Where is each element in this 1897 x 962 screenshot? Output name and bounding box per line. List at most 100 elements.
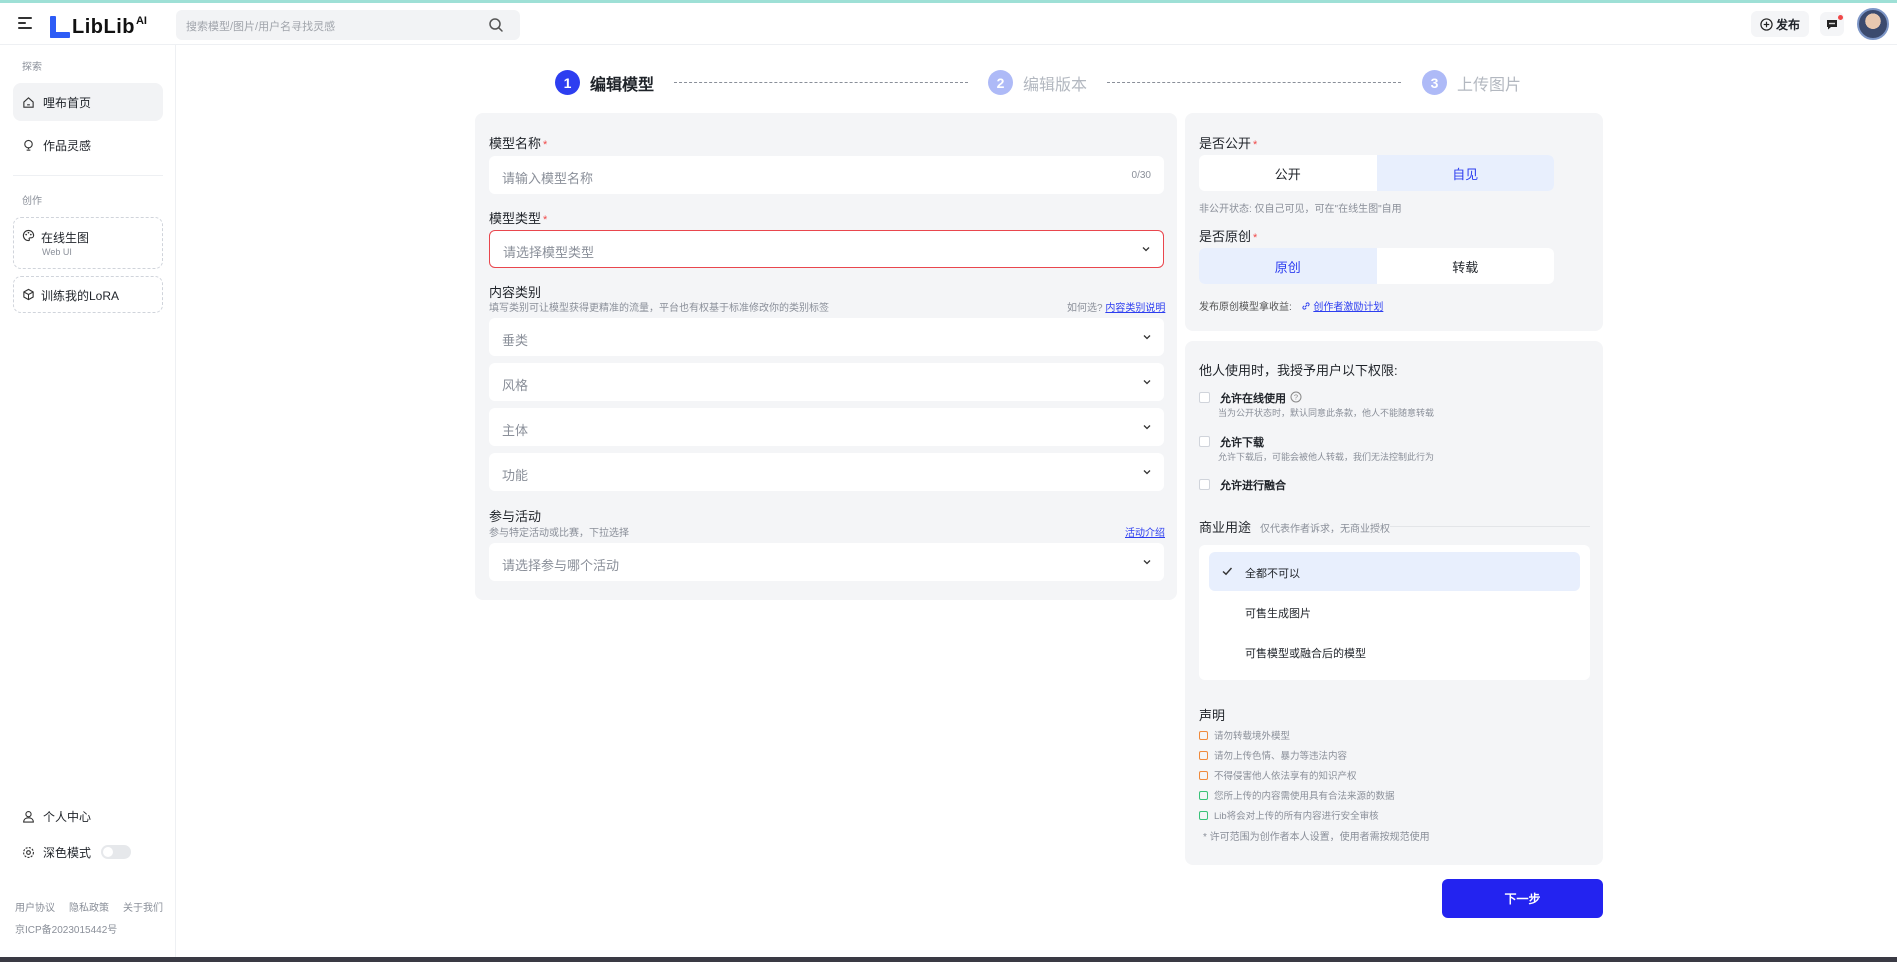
liblib-logo[interactable]: LibLib AI [50, 12, 147, 38]
category-placeholder: 功能 [502, 468, 529, 483]
originality-hint: 发布原创模型拿收益: 创作者激励计划 [1199, 302, 1384, 313]
category-select-vertical[interactable]: 垂类 [489, 318, 1164, 356]
menu-icon[interactable] [18, 16, 34, 30]
help-icon[interactable]: ? [1290, 391, 1302, 403]
visibility-option-public[interactable]: 公开 [1199, 155, 1377, 191]
lightbulb-icon [24, 139, 33, 151]
sidebar: 探索 哩布首页 作品灵感 创作 在线生图 Web UI 训练我的LoRA 个人中… [0, 45, 176, 957]
online-use-checkbox[interactable] [1199, 392, 1210, 403]
char-counter: 0/30 [1131, 170, 1151, 181]
footer-link-about[interactable]: 关于我们 [123, 899, 163, 914]
sidebar-item-label: 作品灵感 [43, 138, 92, 153]
publish-button[interactable]: 发布 [1751, 11, 1809, 37]
activity-placeholder: 请选择参与哪个活动 [502, 558, 620, 573]
model-type-select[interactable]: 请选择模型类型 [489, 230, 1164, 268]
originality-option-original[interactable]: 原创 [1199, 248, 1377, 284]
category-placeholder: 主体 [502, 423, 529, 438]
sidebar-item-online-gen[interactable]: 在线生图 Web UI [13, 217, 163, 269]
category-select-function[interactable]: 功能 [489, 453, 1164, 491]
search-icon[interactable] [488, 17, 504, 33]
settings-icon [23, 846, 34, 858]
originality-option-repost[interactable]: 转载 [1377, 248, 1555, 284]
declaration-item: Lib将会对上传的所有内容进行安全审核 [1199, 808, 1379, 822]
declaration-title: 声明 [1199, 708, 1226, 723]
download-checkbox[interactable] [1199, 436, 1210, 447]
palette-icon [22, 229, 35, 242]
declaration-item: 请勿转载境外模型 [1199, 728, 1290, 742]
activity-label: 参与活动 [489, 509, 542, 524]
visibility-option-private[interactable]: 自见 [1376, 155, 1554, 191]
sidebar-item-label: 训练我的LoRA [41, 289, 120, 303]
category-placeholder: 风格 [502, 378, 529, 393]
section-label-explore: 探索 [22, 62, 42, 73]
sidebar-item-label: 哩布首页 [43, 95, 92, 110]
logo-text: LibLib [72, 16, 135, 38]
footer-link-terms[interactable]: 用户协议 [15, 899, 55, 914]
sidebar-item-label: 深色模式 [43, 845, 92, 860]
top-header: LibLib AI 搜索模型/图片/用户名寻找灵感 发布 [0, 3, 1897, 45]
activity-select[interactable]: 请选择参与哪个活动 [489, 543, 1164, 581]
icp-number[interactable]: 京ICP备2023015442号 [15, 921, 117, 936]
commercial-option-label: 全都不可以 [1245, 568, 1300, 580]
chevron-down-icon [1143, 560, 1151, 565]
sidebar-item-home[interactable]: 哩布首页 [13, 83, 163, 121]
content-category-hint: 填写类别可让模型获得更精准的流量，平台也有权基于标准修改你的类别标签 [489, 303, 829, 314]
step-number: 2 [988, 70, 1013, 95]
how-to-choose-text: 如何选? 内容类别说明 [1067, 303, 1166, 314]
activity-intro-link[interactable]: 活动介绍 [1125, 524, 1165, 539]
commercial-use-label: 商业用途 [1199, 520, 1252, 535]
step-number: 3 [1422, 70, 1447, 95]
sidebar-item-train-lora[interactable]: 训练我的LoRA [13, 276, 163, 313]
permissions-title: 他人使用时，我授予用户以下权限: [1199, 363, 1398, 378]
declaration-item: 您所上传的内容需使用具有合法来源的数据 [1199, 788, 1395, 802]
chevron-down-icon [1143, 470, 1151, 475]
dark-mode-toggle[interactable] [101, 845, 132, 859]
category-guide-link[interactable]: 内容类别说明 [1105, 303, 1165, 314]
bottom-edge [0, 957, 1897, 962]
sidebar-item-sublabel: Web UI [42, 247, 72, 257]
sidebar-item-personal-center[interactable]: 个人中心 [13, 802, 163, 830]
permission-label: 允许在线使用 [1220, 393, 1286, 405]
model-name-input[interactable]: 请输入模型名称 0/30 [489, 156, 1164, 194]
search-input[interactable]: 搜索模型/图片/用户名寻找灵感 [176, 10, 520, 40]
logo-mark-icon [50, 16, 70, 38]
declaration-note: * 许可范围为创作者本人设置，使用者需按规范使用 [1203, 832, 1430, 843]
svg-text:?: ? [1294, 393, 1298, 402]
step-number: 1 [555, 70, 580, 95]
step-connector [674, 82, 968, 83]
warning-box-icon [1199, 770, 1208, 780]
warning-box-icon [1199, 730, 1208, 740]
creator-incentive-link[interactable]: 创作者激励计划 [1313, 302, 1383, 313]
commercial-option-none[interactable]: 全都不可以 [1209, 552, 1580, 591]
footer-link-privacy[interactable]: 隐私政策 [69, 899, 109, 914]
sidebar-divider [13, 175, 163, 176]
next-step-button[interactable]: 下一步 [1442, 879, 1603, 918]
permission-desc: 当为公开状态时，默认同意此条款，他人不能随意转载 [1218, 408, 1435, 418]
step-label: 编辑版本 [1023, 76, 1088, 94]
step-connector [1107, 82, 1401, 83]
commercial-use-hint: 仅代表作者诉求，无商业授权 [1260, 524, 1390, 535]
originality-toggle: 原创 转载 [1199, 248, 1554, 284]
warning-box-icon [1199, 750, 1208, 760]
sidebar-item-inspiration[interactable]: 作品灵感 [13, 126, 163, 164]
commercial-divider [1390, 526, 1590, 527]
model-type-label: 模型类型 * [489, 211, 548, 226]
notification-dot [1838, 15, 1843, 20]
user-avatar[interactable] [1857, 8, 1889, 40]
sidebar-item-label: 个人中心 [43, 809, 92, 824]
permission-label: 允许下载 [1220, 437, 1264, 449]
commercial-option-sell-models[interactable]: 可售模型或融合后的模型 [1209, 632, 1580, 671]
visibility-label: 是否公开 * [1199, 136, 1258, 151]
visibility-toggle: 公开 自见 [1199, 155, 1554, 191]
category-select-subject[interactable]: 主体 [489, 408, 1164, 446]
commercial-option-label: 可售模型或融合后的模型 [1245, 648, 1366, 660]
link-icon [1301, 302, 1310, 310]
logo-suffix: AI [135, 15, 147, 27]
commercial-option-sell-images[interactable]: 可售生成图片 [1209, 592, 1580, 631]
step-label: 编辑模型 [590, 76, 655, 94]
footer-links: 用户协议 隐私政策 关于我们 [15, 899, 163, 914]
category-select-style[interactable]: 风格 [489, 363, 1164, 401]
merge-checkbox[interactable] [1199, 479, 1210, 490]
message-button[interactable] [1820, 12, 1844, 36]
sidebar-item-dark-mode[interactable]: 深色模式 [13, 838, 163, 866]
